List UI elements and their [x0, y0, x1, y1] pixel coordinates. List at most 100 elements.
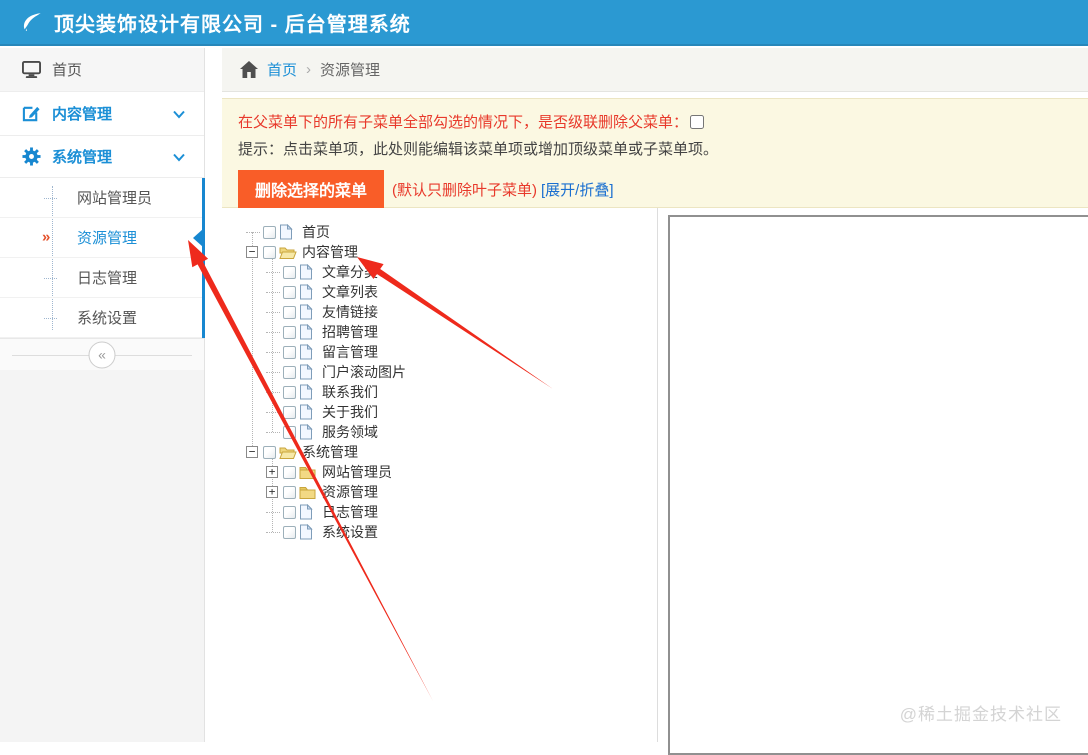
tree-node-label[interactable]: 日志管理	[320, 502, 380, 522]
sidebar-collapse-row: «	[0, 338, 204, 370]
tree-expander-plus-icon[interactable]: +	[266, 466, 278, 478]
tree-connector	[266, 291, 280, 293]
tree-node-label[interactable]: 内容管理	[300, 242, 360, 262]
sidebar-submenu: 网站管理员 » 资源管理 日志管理 系统设置	[0, 178, 205, 338]
tree-checkbox[interactable]	[283, 285, 296, 299]
breadcrumb: 首页 › 资源管理	[222, 48, 1088, 92]
tree-expander-minus-icon[interactable]: −	[246, 246, 258, 258]
tree-connector	[266, 311, 280, 313]
tree-node-label[interactable]: 服务领域	[320, 422, 380, 442]
tree-node: + 网站管理员	[246, 462, 646, 482]
tree-node-label[interactable]: 关于我们	[320, 402, 380, 422]
file-icon	[299, 424, 317, 440]
tree-checkbox[interactable]	[283, 425, 296, 439]
tree-checkbox[interactable]	[263, 225, 276, 239]
chevron-down-icon	[173, 153, 185, 161]
delete-note-text: (默认只删除叶子菜单)	[392, 181, 537, 199]
tree-checkbox[interactable]	[283, 405, 296, 419]
sidebar-item-label: 资源管理	[77, 230, 138, 247]
tree-checkbox[interactable]	[283, 385, 296, 399]
file-icon	[299, 344, 317, 360]
tree-checkbox[interactable]	[283, 505, 296, 519]
active-caret-icon: »	[42, 227, 51, 245]
tree-node-label[interactable]: 首页	[300, 222, 332, 242]
delete-selected-menus-button[interactable]: 删除选择的菜单	[238, 170, 384, 208]
file-icon	[299, 284, 317, 300]
tree-node-label[interactable]: 招聘管理	[320, 322, 380, 342]
tree-node: 留言管理	[246, 342, 646, 362]
tree-connector	[266, 271, 280, 273]
tree-checkbox[interactable]	[283, 525, 296, 539]
sidebar-item-home[interactable]: 首页	[0, 48, 204, 92]
tree-checkbox[interactable]	[283, 485, 296, 499]
tree-guide-stub	[44, 317, 57, 319]
tree-node-label[interactable]: 留言管理	[320, 342, 380, 362]
cascade-delete-question: 在父菜单下的所有子菜单全部勾选的情况下，是否级联删除父菜单：	[238, 111, 1072, 132]
sidebar-item-label: 系统管理	[52, 149, 113, 166]
tree-checkbox[interactable]	[263, 245, 276, 259]
tree-node-label[interactable]: 联系我们	[320, 382, 380, 402]
tree-node: − 系统管理	[246, 442, 646, 462]
tree-checkbox[interactable]	[283, 365, 296, 379]
menu-edit-panel	[668, 215, 1088, 755]
sidebar-item-system-settings[interactable]: 系统设置	[0, 298, 202, 338]
sidebar-item-label: 网站管理员	[77, 190, 153, 207]
tree-checkbox[interactable]	[283, 345, 296, 359]
expand-collapse-link[interactable]: [展开/折叠]	[541, 179, 614, 200]
tree-node-label[interactable]: 文章分类	[320, 262, 380, 282]
sidebar-item-label: 系统设置	[77, 310, 138, 327]
gear-icon	[22, 147, 41, 166]
app-header: 顶尖装饰设计有限公司 - 后台管理系统	[0, 0, 1088, 46]
tree-node-label[interactable]: 门户滚动图片	[320, 362, 408, 382]
tree-node-label[interactable]: 网站管理员	[320, 462, 394, 482]
tree-toolbar: 删除选择的菜单 (默认只删除叶子菜单) [展开/折叠]	[238, 170, 1072, 208]
tree-connector	[266, 411, 280, 413]
sidebar-item-label: 内容管理	[52, 106, 113, 123]
notice-panel: 在父菜单下的所有子菜单全部勾选的情况下，是否级联删除父菜单： 提示：点击菜单项，…	[222, 98, 1088, 208]
sidebar-item-resource-mgmt[interactable]: » 资源管理	[0, 218, 203, 258]
tree-node: 文章列表	[246, 282, 646, 302]
tree-checkbox[interactable]	[283, 305, 296, 319]
file-icon	[299, 524, 317, 540]
sidebar-item-label: 日志管理	[77, 270, 138, 287]
breadcrumb-home-link[interactable]: 首页	[267, 59, 297, 80]
tree-checkbox[interactable]	[283, 325, 296, 339]
tree-checkbox[interactable]	[283, 265, 296, 279]
tree-connector	[266, 511, 280, 513]
tree-node: + 资源管理	[246, 482, 646, 502]
sidebar-item-log-mgmt[interactable]: 日志管理	[0, 258, 202, 298]
notice-tip-text: 提示：点击菜单项，此处则能编辑该菜单项或增加顶级菜单或子菜单项。	[238, 141, 719, 158]
tree-node: 服务领域	[246, 422, 646, 442]
tree-checkbox[interactable]	[263, 445, 276, 459]
content-area: 首页 − 内容管理 文章分类 文章列表 友情链接 招聘管理 留言管理 门户滚动图片 联系我们 关于我…	[222, 208, 1088, 755]
chevron-down-icon	[173, 110, 185, 118]
tree-node-label[interactable]: 友情链接	[320, 302, 380, 322]
cascade-delete-checkbox[interactable]	[690, 114, 705, 129]
file-icon	[299, 264, 317, 280]
tree-node-label[interactable]: 系统设置	[320, 522, 380, 542]
tree-node: − 内容管理	[246, 242, 646, 262]
file-icon	[279, 224, 297, 240]
tree-expander-plus-icon[interactable]: +	[266, 486, 278, 498]
tree-node: 关于我们	[246, 402, 646, 422]
tree-guide-stub	[44, 197, 57, 199]
tree-expander-minus-icon[interactable]: −	[246, 446, 258, 458]
tree-checkbox[interactable]	[283, 465, 296, 479]
folder-open-icon	[279, 444, 297, 460]
tree-node-label[interactable]: 资源管理	[320, 482, 380, 502]
tree-connector	[266, 351, 280, 353]
edit-icon	[22, 106, 40, 122]
tree-connector	[266, 431, 280, 433]
collapse-sidebar-button[interactable]: «	[88, 341, 116, 368]
sidebar-item-site-admin[interactable]: 网站管理员	[0, 178, 202, 218]
file-icon	[299, 384, 317, 400]
tree-node-label[interactable]: 系统管理	[300, 442, 360, 462]
content-divider	[657, 208, 658, 742]
sidebar-item-content-mgmt[interactable]: 内容管理	[0, 92, 204, 136]
folder-open-icon	[279, 244, 297, 260]
sidebar-item-system-mgmt[interactable]: 系统管理	[0, 136, 204, 178]
breadcrumb-current: 资源管理	[320, 62, 381, 79]
tree-guide-stub	[44, 277, 57, 279]
tree-connector	[266, 371, 280, 373]
tree-node-label[interactable]: 文章列表	[320, 282, 380, 302]
